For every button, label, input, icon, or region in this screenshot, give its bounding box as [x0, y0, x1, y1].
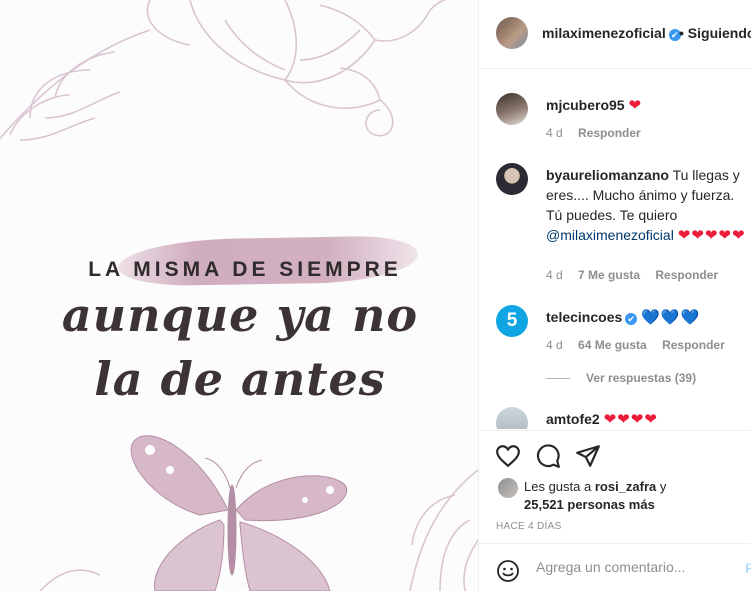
author-username[interactable]: milaximenezoficial ✔	[542, 25, 681, 41]
author-username-text[interactable]: milaximenezoficial	[542, 25, 666, 41]
commenter-username[interactable]: telecincoes	[546, 309, 622, 325]
likes-connector: y	[659, 479, 667, 494]
commenter-username[interactable]: mjcubero95	[546, 97, 625, 113]
blue-heart-icon: 💙💙💙	[641, 309, 701, 326]
comment-likes[interactable]: 64 Me gusta	[578, 338, 647, 352]
speech-bubble-icon[interactable]	[535, 443, 561, 469]
comment-text: telecincoes ✔ 💙💙💙	[546, 307, 751, 328]
comment-meta: 4 d 7 Me gusta Responder	[546, 268, 730, 282]
mention-link[interactable]: @milaximenezoficial	[546, 227, 674, 243]
comment-likes[interactable]: 7 Me gusta	[578, 268, 640, 282]
paper-plane-icon[interactable]	[575, 443, 601, 469]
reply-button[interactable]: Responder	[578, 126, 641, 140]
comment-meta: 4 d 64 Me gusta Responder	[546, 338, 737, 352]
view-replies-button[interactable]: Ver respuestas (39)	[546, 371, 696, 385]
following-button[interactable]: • Siguiendo	[679, 25, 751, 41]
publish-button[interactable]: P	[745, 560, 751, 576]
comment-time[interactable]: 4 d	[546, 338, 563, 352]
commenter-avatar[interactable]: 5	[496, 305, 528, 337]
comment-text: mjcubero95 ❤	[546, 95, 751, 116]
commenter-username[interactable]: amtofe2	[546, 411, 600, 427]
post-header: milaximenezoficial ✔ • Siguiendo	[479, 0, 751, 69]
post-image[interactable]: LA MISMA DE SIEMPRE aunque ya no la de a…	[0, 0, 478, 591]
comment-time[interactable]: 4 d	[546, 126, 563, 140]
red-heart-icon: ❤❤❤❤	[603, 411, 658, 428]
liker-avatar[interactable]	[498, 478, 518, 498]
post-actions: Les gusta a rosi_zafra y 25,521 personas…	[479, 430, 751, 551]
comment-meta: 4 d Responder	[546, 126, 653, 140]
comment-time[interactable]: 4 d	[546, 268, 563, 282]
post-script-line-2: la de antes	[94, 352, 386, 406]
liker-username[interactable]: rosi_zafra	[595, 479, 656, 494]
reply-button[interactable]: Responder	[662, 338, 725, 352]
smiley-icon[interactable]	[496, 559, 520, 583]
post-sidebar: milaximenezoficial ✔ • Siguiendo mjcubero…	[478, 0, 751, 591]
butterfly	[130, 435, 348, 591]
red-heart-icon: ❤	[628, 97, 643, 114]
comment-composer: P	[479, 543, 751, 592]
likes-summary: Les gusta a rosi_zafra y 25,521 personas…	[524, 478, 666, 514]
commenter-avatar[interactable]	[496, 407, 528, 429]
author-avatar[interactable]	[496, 17, 528, 49]
commenter-username[interactable]: byaureliomanzano	[546, 167, 669, 183]
post-timestamp[interactable]: HACE 4 DÍAS	[496, 521, 562, 532]
commenter-avatar[interactable]	[496, 93, 528, 125]
comment-input[interactable]	[534, 558, 738, 576]
red-heart-icon: ❤❤❤❤❤	[677, 227, 746, 244]
comments-list[interactable]: mjcubero95 ❤ 4 d Responder byaureliomanz…	[479, 69, 751, 429]
likes-count[interactable]: 25,521 personas más	[524, 497, 655, 512]
verified-icon: ✔	[625, 313, 638, 325]
heart-outline-icon[interactable]	[495, 443, 521, 469]
comment-text: byaureliomanzano Tu llegas y eres.... Mu…	[546, 165, 751, 246]
post-headline: LA MISMA DE SIEMPRE	[88, 258, 402, 281]
post-script-line-1: aunque ya no	[61, 288, 419, 342]
comment-text: amtofe2 ❤❤❤❤	[546, 409, 751, 429]
reply-button[interactable]: Responder	[655, 268, 718, 282]
commenter-avatar[interactable]	[496, 163, 528, 195]
likes-prefix: Les gusta a	[524, 479, 592, 494]
